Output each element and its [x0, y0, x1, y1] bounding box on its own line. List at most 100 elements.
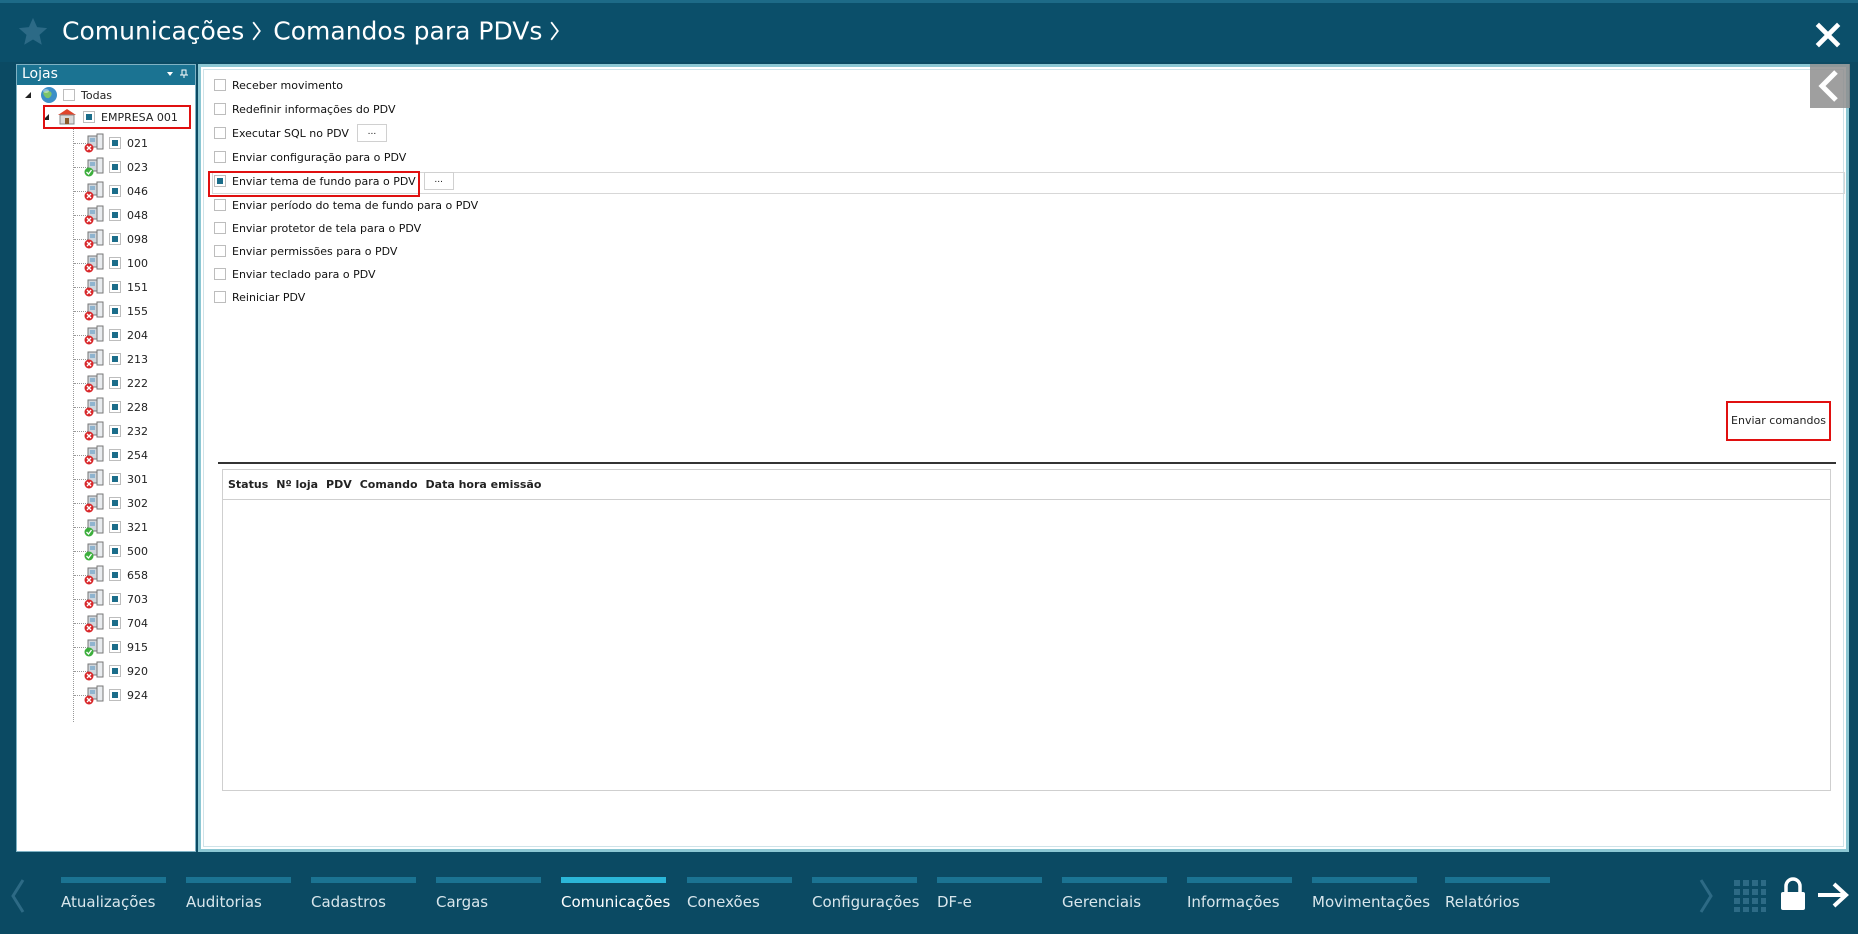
pdv-checkbox[interactable] [109, 593, 121, 605]
pdv-checkbox[interactable] [109, 233, 121, 245]
tree-item-pdv[interactable]: 703 [83, 589, 148, 609]
tree-item-pdv[interactable]: 301 [83, 469, 148, 489]
tree-item-pdv[interactable]: 924 [83, 685, 148, 705]
command-option-checkbox[interactable] [214, 151, 226, 163]
tree-item-pdv[interactable]: 222 [83, 373, 148, 393]
tree-item-pdv[interactable]: 098 [83, 229, 148, 249]
nav-item[interactable]: Informações [1187, 877, 1292, 917]
tree-item-pdv[interactable]: 254 [83, 445, 148, 465]
command-option[interactable]: Enviar protetor de tela para o PDV [214, 219, 421, 237]
nav-item[interactable]: Relatórios [1445, 877, 1550, 917]
command-option-browse-button[interactable]: ... [356, 124, 387, 142]
pdv-checkbox[interactable] [109, 353, 121, 365]
col-status[interactable]: Status [228, 478, 268, 491]
tree-item-pdv[interactable]: 658 [83, 565, 148, 585]
pdv-checkbox[interactable] [109, 401, 121, 413]
send-commands-button[interactable]: Enviar comandos [1726, 401, 1831, 441]
nav-item[interactable]: Configurações [812, 877, 919, 917]
collapse-arrow-icon[interactable] [23, 90, 33, 100]
pin-icon[interactable] [179, 69, 189, 79]
pdv-checkbox[interactable] [109, 281, 121, 293]
command-option[interactable]: Reiniciar PDV [214, 288, 305, 306]
pdv-checkbox[interactable] [109, 545, 121, 557]
pdv-checkbox[interactable] [109, 521, 121, 533]
collapse-panel-button[interactable] [1810, 64, 1850, 108]
tree-item-pdv[interactable]: 228 [83, 397, 148, 417]
lock-icon[interactable] [1778, 876, 1808, 912]
apps-grid-icon[interactable] [1734, 880, 1766, 912]
nav-item[interactable]: Auditorias [186, 877, 291, 917]
tree-item-pdv[interactable]: 213 [83, 349, 148, 369]
command-option[interactable]: Receber movimento [214, 76, 343, 94]
col-comando[interactable]: Comando [360, 478, 418, 491]
pdv-checkbox[interactable] [109, 185, 121, 197]
command-option-checkbox[interactable] [214, 199, 226, 211]
nav-item[interactable]: Cargas [436, 877, 541, 917]
nav-prev-icon[interactable] [10, 878, 26, 914]
pdv-checkbox[interactable] [109, 377, 121, 389]
tree-item-pdv[interactable]: 023 [83, 157, 148, 177]
logout-arrow-icon[interactable] [1816, 880, 1850, 910]
breadcrumb-comunicacoes[interactable]: Comunicações [62, 17, 244, 46]
pdv-checkbox[interactable] [109, 137, 121, 149]
pdv-checkbox[interactable] [109, 257, 121, 269]
nav-item[interactable]: Movimentações [1312, 877, 1430, 917]
tree-item-pdv[interactable]: 046 [83, 181, 148, 201]
command-option-checkbox[interactable] [214, 127, 226, 139]
command-option[interactable]: Enviar configuração para o PDV [214, 148, 406, 166]
pdv-checkbox[interactable] [109, 209, 121, 221]
breadcrumb-comandos-pdvs[interactable]: Comandos para PDVs [273, 17, 542, 46]
pdv-checkbox[interactable] [109, 617, 121, 629]
todas-checkbox[interactable] [63, 89, 75, 101]
command-option-checkbox[interactable] [214, 245, 226, 257]
pdv-checkbox[interactable] [109, 305, 121, 317]
dropdown-arrow-icon[interactable] [165, 69, 175, 79]
pdv-checkbox[interactable] [109, 473, 121, 485]
tree-item-pdv[interactable]: 500 [83, 541, 148, 561]
nav-item[interactable]: Comunicações [561, 877, 670, 917]
tree-item-pdv[interactable]: 302 [83, 493, 148, 513]
tree-item-pdv[interactable]: 155 [83, 301, 148, 321]
col-loja[interactable]: Nº loja [276, 478, 318, 491]
pdv-checkbox[interactable] [109, 641, 121, 653]
command-option-checkbox[interactable] [214, 222, 226, 234]
command-option-checkbox[interactable] [214, 103, 226, 115]
nav-item[interactable]: Atualizações [61, 877, 166, 917]
close-icon[interactable] [1812, 19, 1844, 51]
pdv-checkbox[interactable] [109, 665, 121, 677]
tree-item-pdv[interactable]: 321 [83, 517, 148, 537]
pdv-checkbox[interactable] [109, 161, 121, 173]
nav-item[interactable]: Cadastros [311, 877, 416, 917]
tree-item-pdv[interactable]: 100 [83, 253, 148, 273]
command-option-checkbox[interactable] [214, 79, 226, 91]
command-option[interactable]: Executar SQL no PDV... [214, 124, 387, 142]
command-option[interactable]: Enviar período do tema de fundo para o P… [214, 196, 478, 214]
tree-item-pdv[interactable]: 232 [83, 421, 148, 441]
col-pdv[interactable]: PDV [326, 478, 352, 491]
nav-item[interactable]: DF-e [937, 877, 1042, 917]
tree-item-pdv[interactable]: 021 [83, 133, 148, 153]
col-data-hora[interactable]: Data hora emissão [426, 478, 542, 491]
tree-item-pdv[interactable]: 920 [83, 661, 148, 681]
command-option[interactable]: Enviar teclado para o PDV [214, 265, 376, 283]
tree-item-pdv[interactable]: 204 [83, 325, 148, 345]
pdv-checkbox[interactable] [109, 329, 121, 341]
commands-grid[interactable]: Status Nº loja PDV Comando Data hora emi… [222, 469, 1831, 791]
command-option-checkbox[interactable] [214, 291, 226, 303]
nav-item[interactable]: Conexões [687, 877, 792, 917]
tree-item-pdv[interactable]: 151 [83, 277, 148, 297]
nav-item[interactable]: Gerenciais [1062, 877, 1167, 917]
tree-item-pdv[interactable]: 915 [83, 637, 148, 657]
tree-item-pdv[interactable]: 704 [83, 613, 148, 633]
tree-item-pdv[interactable]: 048 [83, 205, 148, 225]
pdv-checkbox[interactable] [109, 689, 121, 701]
pdv-checkbox[interactable] [109, 425, 121, 437]
command-option[interactable]: Redefinir informações do PDV [214, 100, 395, 118]
pdv-checkbox[interactable] [109, 497, 121, 509]
nav-next-icon[interactable] [1698, 878, 1714, 914]
favorite-star-icon[interactable] [16, 15, 50, 49]
command-option-checkbox[interactable] [214, 268, 226, 280]
pdv-checkbox[interactable] [109, 569, 121, 581]
tree-item-todas[interactable]: Todas [23, 85, 112, 105]
pdv-checkbox[interactable] [109, 449, 121, 461]
